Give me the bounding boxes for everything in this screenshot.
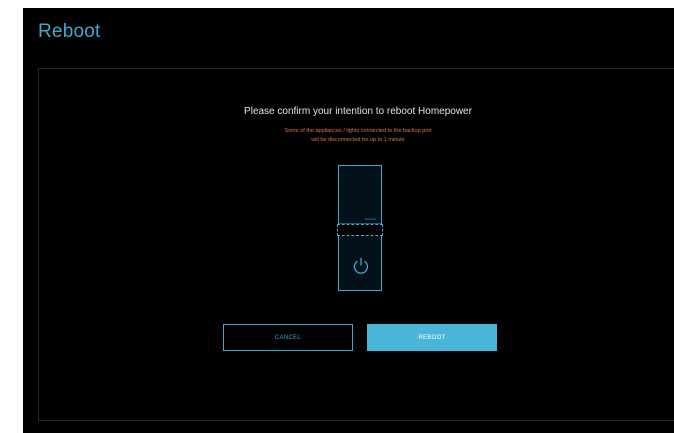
screen-frame: Reboot Please confirm your intention to … — [0, 0, 674, 433]
page-title: Reboot — [38, 21, 101, 42]
power-icon — [353, 257, 369, 274]
reboot-panel: Please confirm your intention to reboot … — [38, 68, 674, 421]
warning-line-2: will be disconnected for up to 1 minute — [311, 137, 405, 143]
homepower-device-illustration: Gridset — [337, 165, 383, 291]
reboot-button[interactable]: REBOOT — [367, 324, 497, 351]
device-label: Gridset — [364, 217, 376, 221]
warning-line-1: Some of the appliances / lights connecte… — [284, 128, 432, 134]
warning-message: Some of the appliances / lights connecte… — [39, 127, 674, 145]
app-window: Reboot Please confirm your intention to … — [23, 8, 674, 433]
device-upper-module — [339, 166, 381, 224]
cancel-button[interactable]: CANCEL — [223, 324, 353, 351]
confirm-message: Please confirm your intention to reboot … — [244, 106, 472, 117]
device-reboot-slot — [337, 224, 383, 236]
